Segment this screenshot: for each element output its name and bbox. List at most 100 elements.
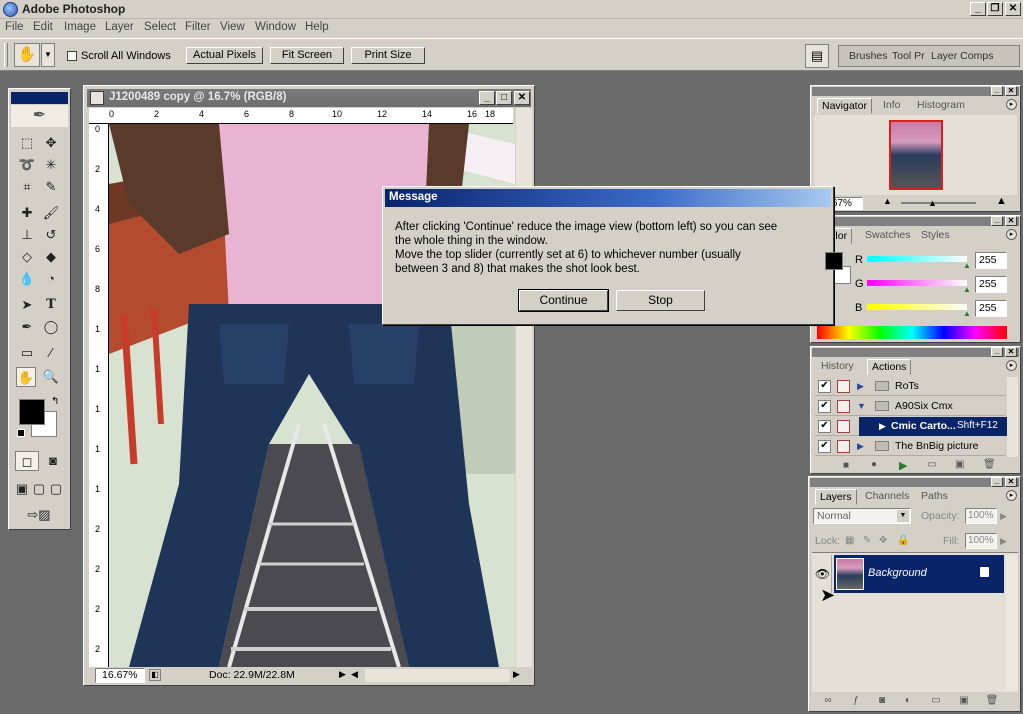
new-group-icon[interactable]: ▭ bbox=[929, 695, 943, 707]
tab-actions[interactable]: Actions bbox=[867, 359, 912, 375]
dialog-toggle-icon[interactable] bbox=[837, 400, 850, 413]
tab-channels[interactable]: Channels bbox=[861, 489, 913, 505]
doc-minimize-icon[interactable]: _ bbox=[479, 91, 495, 105]
path-selection-tool-icon[interactable]: ➤ bbox=[17, 295, 37, 315]
play-selection-icon[interactable]: ▶ bbox=[899, 459, 907, 472]
actual-pixels-button[interactable]: Actual Pixels bbox=[186, 47, 263, 64]
navigator-thumbnail[interactable] bbox=[889, 120, 943, 190]
doc-close-icon[interactable]: ✕ bbox=[514, 91, 530, 105]
navigator-zoom-slider[interactable] bbox=[901, 202, 976, 204]
zoom-level-field[interactable]: 16.67% bbox=[95, 668, 145, 683]
fill-field[interactable]: 100% bbox=[965, 533, 997, 549]
continue-button[interactable]: Continue bbox=[518, 289, 609, 312]
new-action-icon[interactable]: ▣ bbox=[955, 459, 964, 470]
action-checkbox[interactable]: ✔ bbox=[818, 380, 831, 393]
dialog-toggle-icon[interactable] bbox=[837, 380, 850, 393]
panel-title-bar[interactable] bbox=[812, 87, 1019, 96]
menu-file[interactable]: File bbox=[5, 21, 24, 33]
fill-arrow-icon[interactable]: ▶ bbox=[1000, 536, 1007, 547]
adjustment-layer-icon[interactable]: ◐ bbox=[901, 695, 915, 707]
scroll-all-windows-checkbox[interactable] bbox=[67, 51, 77, 61]
g-slider[interactable] bbox=[867, 280, 967, 286]
action-set-row[interactable]: ✔ ▼ A90Six Cmx bbox=[815, 397, 1005, 416]
panel-menu-icon[interactable]: ▸ bbox=[1006, 490, 1017, 501]
panel-title-bar[interactable] bbox=[810, 478, 1019, 487]
well-tab-tool-presets[interactable]: Tool Pr bbox=[892, 50, 925, 62]
tab-styles[interactable]: Styles bbox=[917, 228, 954, 244]
dodge-tool-icon[interactable]: ◔ bbox=[41, 269, 61, 289]
tab-info[interactable]: Info bbox=[879, 98, 905, 114]
panel-close-icon[interactable]: ✕ bbox=[1005, 477, 1017, 487]
b-value-field[interactable]: 255 bbox=[975, 300, 1007, 317]
quick-mask-mode-icon[interactable]: ◙ bbox=[41, 451, 65, 471]
tab-paths[interactable]: Paths bbox=[917, 489, 952, 505]
panel-close-icon[interactable]: ✕ bbox=[1005, 86, 1017, 96]
expand-triangle-icon[interactable]: ▶ bbox=[857, 381, 864, 392]
menu-layer[interactable]: Layer bbox=[105, 21, 134, 33]
type-tool-icon[interactable]: T bbox=[41, 295, 61, 315]
panel-minimize-icon[interactable]: _ bbox=[991, 477, 1003, 487]
full-screen-menu-mode-icon[interactable]: ▢ bbox=[31, 479, 47, 499]
layer-style-icon[interactable]: ƒ bbox=[849, 695, 863, 707]
zoom-out-icon[interactable]: ▲ bbox=[883, 196, 892, 206]
scroll-left-arrow-icon[interactable]: ◀ bbox=[351, 669, 361, 681]
full-screen-mode-icon[interactable]: ▢ bbox=[48, 479, 64, 499]
expand-triangle-icon[interactable]: ▶ bbox=[857, 441, 864, 452]
panel-title-bar[interactable] bbox=[812, 217, 1019, 226]
slider-thumb-icon[interactable]: ▲ bbox=[963, 309, 971, 318]
clone-stamp-tool-icon[interactable]: ⊥ bbox=[17, 225, 37, 245]
doc-maximize-icon[interactable]: □ bbox=[496, 91, 512, 105]
panel-minimize-icon[interactable]: _ bbox=[991, 216, 1003, 226]
default-colors-icon[interactable] bbox=[17, 429, 25, 437]
panel-close-icon[interactable]: ✕ bbox=[1005, 216, 1017, 226]
actions-scrollbar[interactable] bbox=[1007, 377, 1018, 457]
panel-minimize-icon[interactable]: _ bbox=[991, 86, 1003, 96]
opacity-arrow-icon[interactable]: ▶ bbox=[1000, 511, 1007, 522]
action-checkbox[interactable]: ✔ bbox=[818, 400, 831, 413]
ellipse-shape-tool-icon[interactable]: ◯ bbox=[41, 317, 61, 337]
hand-tool-icon[interactable]: ✋ bbox=[16, 367, 36, 387]
b-slider[interactable] bbox=[867, 304, 967, 310]
well-tab-layer-comps[interactable]: Layer Comps bbox=[931, 50, 993, 62]
print-size-button[interactable]: Print Size bbox=[351, 47, 425, 64]
document-title-bar[interactable]: J1200489 copy @ 16.7% (RGB/8) _ □ ✕ bbox=[87, 89, 531, 107]
crop-tool-icon[interactable]: ⌗ bbox=[17, 177, 37, 197]
add-mask-icon[interactable]: ◙ bbox=[875, 695, 889, 707]
paint-bucket-tool-icon[interactable]: ◆ bbox=[41, 247, 61, 267]
layer-row-background[interactable]: Background bbox=[834, 555, 1004, 593]
marquee-tool-icon[interactable]: ⬚ bbox=[17, 133, 37, 153]
restore-icon[interactable]: ❐ bbox=[987, 2, 1003, 16]
dialog-title-bar[interactable]: Message bbox=[385, 189, 831, 207]
panel-close-icon[interactable]: ✕ bbox=[1005, 347, 1017, 357]
well-tab-brushes[interactable]: Brushes bbox=[849, 50, 888, 62]
scroll-right-arrow-icon[interactable]: ▶ bbox=[513, 669, 523, 681]
layers-scrollbar[interactable] bbox=[1006, 555, 1017, 691]
zoom-tool-icon[interactable]: 🔍 bbox=[41, 367, 61, 387]
color-foreground-swatch[interactable] bbox=[825, 252, 843, 270]
panel-minimize-icon[interactable]: _ bbox=[991, 347, 1003, 357]
standard-mode-icon[interactable]: ◻ bbox=[15, 451, 39, 471]
panel-menu-icon[interactable]: ▸ bbox=[1006, 360, 1017, 371]
chevron-down-icon[interactable]: ▼ bbox=[897, 510, 909, 522]
action-checkbox[interactable]: ✔ bbox=[818, 420, 831, 433]
menu-filter[interactable]: Filter bbox=[185, 21, 211, 33]
status-menu-arrow-icon[interactable]: ▶ bbox=[339, 669, 349, 681]
begin-recording-icon[interactable]: ● bbox=[871, 459, 877, 470]
delete-layer-icon[interactable]: 🗑 bbox=[985, 695, 999, 707]
action-row-selected[interactable]: ✔ ▶ Cmic Carto... Shft+F12 bbox=[815, 417, 1009, 436]
color-ramp[interactable] bbox=[817, 326, 1007, 339]
horizontal-scrollbar[interactable] bbox=[365, 669, 510, 682]
expand-triangle-icon[interactable]: ▶ bbox=[879, 421, 886, 432]
trash-icon[interactable]: 🗑 bbox=[983, 459, 996, 470]
r-value-field[interactable]: 255 bbox=[975, 252, 1007, 269]
r-slider[interactable] bbox=[867, 256, 967, 262]
menu-window[interactable]: Window bbox=[255, 21, 296, 33]
lasso-tool-icon[interactable]: ➰ bbox=[17, 155, 37, 175]
menu-view[interactable]: View bbox=[220, 21, 245, 33]
collapse-triangle-icon[interactable]: ▼ bbox=[857, 401, 866, 411]
magic-wand-tool-icon[interactable]: ✳ bbox=[41, 155, 61, 175]
chevron-down-icon[interactable]: ▼ bbox=[41, 43, 55, 67]
fit-screen-button[interactable]: Fit Screen bbox=[270, 47, 344, 64]
opacity-field[interactable]: 100% bbox=[965, 508, 997, 524]
eyedropper-tool-icon[interactable]: ⁄ bbox=[41, 343, 61, 363]
